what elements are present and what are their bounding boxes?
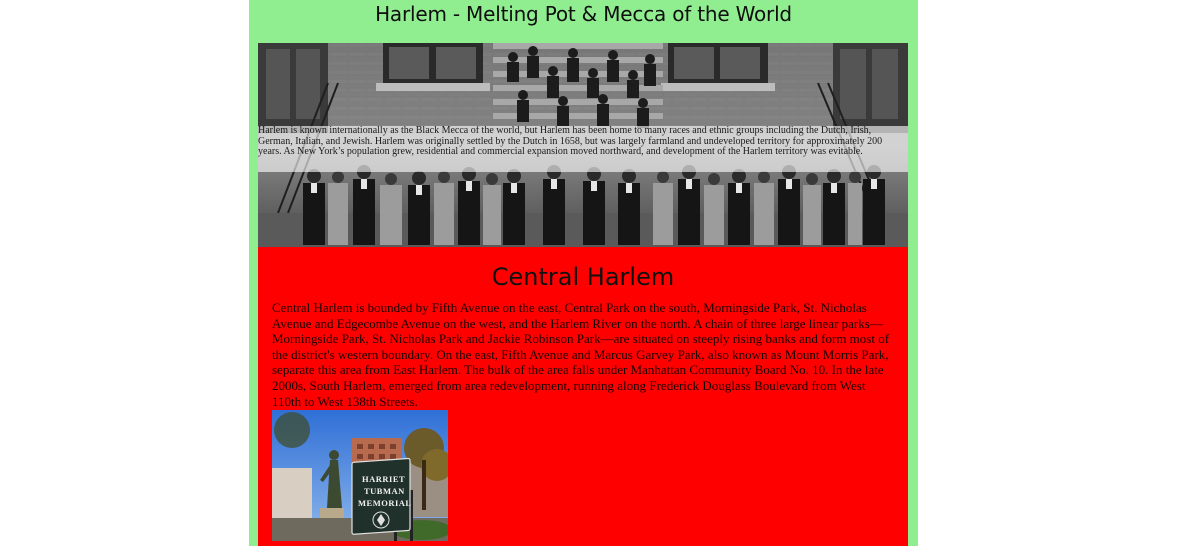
hero-description: Harlem is known internationally as the B… bbox=[258, 126, 908, 172]
sign-line-2: TUBMAN bbox=[364, 486, 405, 496]
page-title: Harlem - Melting Pot & Mecca of the Worl… bbox=[375, 2, 792, 26]
sign-line-3: MEMORIAL bbox=[358, 498, 412, 508]
page-container: Harlem - Melting Pot & Mecca of the Worl… bbox=[249, 0, 918, 546]
sign-line-1: HARRIET bbox=[362, 474, 405, 484]
harriet-tubman-memorial-photo: HARRIET TUBMAN MEMORIAL bbox=[272, 410, 448, 541]
central-harlem-section: Central Harlem Central Harlem is bounded… bbox=[258, 247, 908, 546]
section-body-text: Central Harlem is bounded by Fifth Avenu… bbox=[272, 300, 890, 409]
hero-banner: Harlem is known internationally as the B… bbox=[258, 43, 908, 247]
section-heading: Central Harlem bbox=[491, 263, 675, 291]
